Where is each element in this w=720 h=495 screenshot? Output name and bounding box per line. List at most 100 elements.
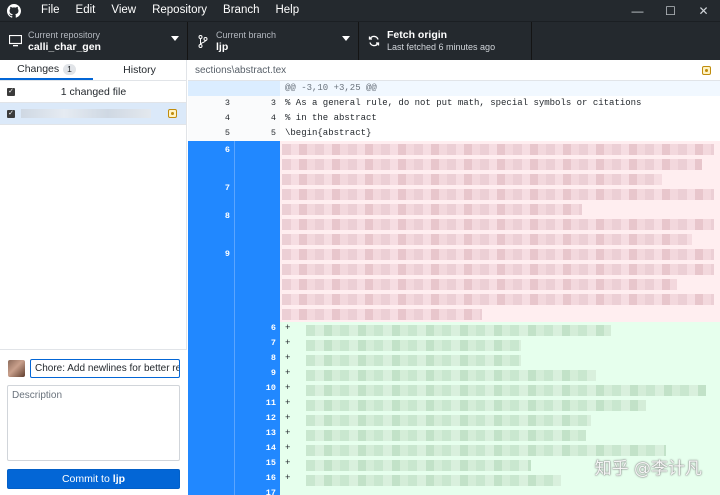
deleted-gutter[interactable] [188, 141, 234, 322]
menu-file[interactable]: File [33, 0, 68, 21]
branch-label: Current branch [216, 30, 277, 40]
commit-button-branch: ljp [112, 473, 126, 485]
added-gutter[interactable] [188, 322, 234, 495]
menu-bar: File Edit View Repository Branch Help [33, 0, 307, 21]
added-line-number: 14 [265, 443, 276, 453]
chevron-down-icon [342, 36, 350, 41]
repo-name: calli_char_gen [28, 41, 101, 53]
old-line-number: 5 [224, 128, 230, 138]
close-button[interactable]: ✕ [687, 0, 720, 21]
added-line-number: 12 [265, 413, 276, 423]
hunk-header: @@ -3,10 +3,25 @@ [188, 81, 720, 96]
blurred-code [282, 249, 714, 260]
blurred-code [282, 219, 714, 230]
current-repository-button[interactable]: Current repository calli_char_gen [0, 22, 188, 60]
changed-file-row[interactable]: ✓ [0, 103, 186, 125]
code-text: % in the abstract [285, 113, 377, 123]
toolbar: Current repository calli_char_gen Curren… [0, 21, 720, 60]
branch-name: ljp [216, 41, 229, 53]
commit-button[interactable]: Commit to ljp [7, 469, 180, 489]
blurred-code [306, 400, 646, 411]
blurred-code [282, 294, 714, 305]
window-controls: — ☐ ✕ [621, 0, 720, 21]
minimize-button[interactable]: — [621, 0, 654, 21]
diff-view: sections\abstract.tex @@ -3,10 +3,25 @@ … [188, 60, 720, 495]
changes-sidebar: Changes 1 History ✓ 1 changed file ✓ Cho… [0, 60, 187, 495]
menu-view[interactable]: View [103, 0, 144, 21]
plus-marker: + [285, 443, 291, 453]
fetch-label: Fetch origin [387, 29, 448, 41]
new-line-number: 4 [270, 113, 276, 123]
file-checkbox[interactable]: ✓ [7, 109, 15, 118]
modified-icon [702, 66, 711, 75]
code-text: \begin{abstract} [285, 128, 372, 138]
avatar [8, 360, 25, 377]
tab-changes[interactable]: Changes 1 [0, 60, 93, 80]
plus-marker: + [285, 383, 291, 393]
changes-count-badge: 1 [63, 63, 76, 75]
blurred-code [306, 460, 531, 471]
deleted-line-number: 7 [224, 183, 230, 193]
hunk-header-text: @@ -3,10 +3,25 @@ [285, 83, 377, 93]
new-line-number: 3 [270, 98, 276, 108]
select-all-checkbox[interactable]: ✓ [7, 87, 15, 96]
new-line-number: 5 [270, 128, 276, 138]
changed-files-summary: 1 changed file [60, 85, 127, 98]
old-line-number: 3 [224, 98, 230, 108]
plus-marker: + [285, 473, 291, 483]
blurred-code [282, 264, 714, 275]
diff-file-header: sections\abstract.tex [188, 60, 720, 81]
diff-file-path: sections\abstract.tex [195, 64, 287, 76]
blurred-code [282, 189, 714, 200]
commit-button-label: Commit to [61, 473, 110, 485]
fetch-status: Last fetched 6 minutes ago [387, 42, 496, 52]
deleted-line-number: 8 [224, 211, 230, 221]
blurred-code [306, 370, 596, 381]
deleted-lines-block[interactable]: 6 7 8 9 [188, 141, 720, 322]
menu-help[interactable]: Help [267, 0, 307, 21]
plus-marker: + [285, 398, 291, 408]
added-line-number: 9 [270, 368, 276, 378]
added-line-number: 13 [265, 428, 276, 438]
context-line[interactable]: 4 4 % in the abstract [188, 111, 720, 126]
plus-marker: + [285, 353, 291, 363]
added-line-number: 6 [270, 323, 276, 333]
added-line-number: 10 [265, 383, 276, 393]
blurred-code [306, 385, 706, 396]
maximize-button[interactable]: ☐ [654, 0, 687, 21]
plus-marker: + [285, 368, 291, 378]
menu-edit[interactable]: Edit [68, 0, 104, 21]
modified-icon [168, 109, 177, 118]
blurred-code [282, 174, 662, 185]
deleted-line-number: 9 [224, 249, 230, 259]
context-line[interactable]: 3 3 % As a general rule, do not put math… [188, 96, 720, 111]
tab-changes-label: Changes [17, 63, 60, 75]
file-name-blurred [21, 109, 151, 118]
context-line[interactable]: 5 5 \begin{abstract} [188, 126, 720, 141]
tab-history-label: History [123, 64, 156, 76]
blurred-code [306, 325, 611, 336]
added-line-number: 11 [265, 398, 276, 408]
tab-history[interactable]: History [93, 60, 186, 80]
plus-marker: + [285, 428, 291, 438]
menu-repository[interactable]: Repository [144, 0, 215, 21]
added-line-number: 7 [270, 338, 276, 348]
blurred-code [306, 355, 521, 366]
blurred-code [282, 279, 677, 290]
menu-branch[interactable]: Branch [215, 0, 267, 21]
repo-label: Current repository [28, 30, 101, 40]
chevron-down-icon [171, 36, 179, 41]
plus-marker: + [285, 323, 291, 333]
current-branch-button[interactable]: Current branch ljp [188, 22, 359, 60]
plus-marker: + [285, 413, 291, 423]
fetch-origin-button[interactable]: Fetch origin Last fetched 6 minutes ago [359, 22, 532, 60]
added-line-number: 17 [265, 488, 276, 495]
commit-summary-input[interactable]: Chore: Add newlines for better reac [30, 359, 180, 378]
deleted-line-number: 6 [224, 145, 230, 155]
blurred-code [282, 144, 714, 155]
old-line-number: 4 [224, 113, 230, 123]
blurred-code [282, 309, 482, 320]
blurred-code [306, 475, 561, 486]
code-text: % As a general rule, do not put math, sp… [285, 98, 642, 108]
commit-description-input[interactable]: Description [7, 385, 180, 461]
